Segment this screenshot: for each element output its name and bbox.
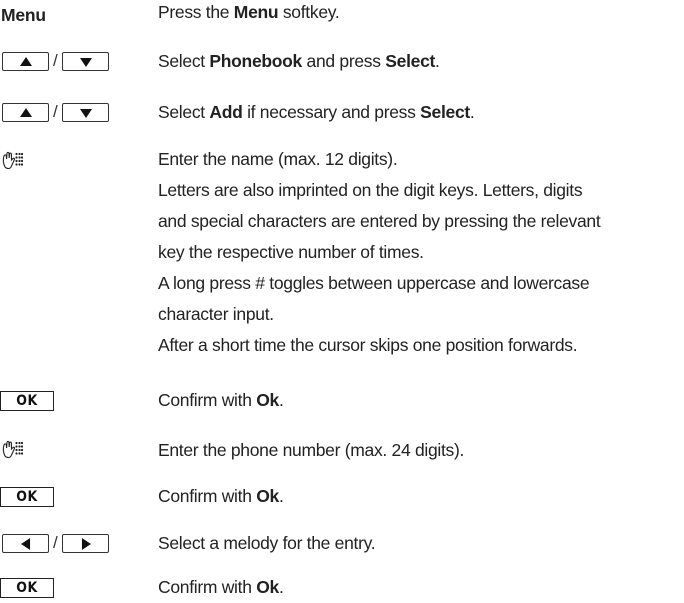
menu-term: Menu [233,2,279,22]
arrow-down-key-icon [79,108,92,118]
step-description: Select Add if necessary and press Select… [158,102,475,122]
ok-key-button: OK [0,391,54,411]
phonebook-term: Phonebook [209,51,302,71]
step-description: Select a melody for the entry. [158,533,376,553]
ok-term: Ok [256,390,279,410]
select-term: Select [420,102,470,122]
down-key-button [62,103,109,122]
ok-key-button: OK [0,578,54,598]
ok-key-button: OK [0,487,54,507]
keypad-input-icon [2,440,23,459]
step-description: Enter the name (max. 12 digits). Letters… [158,149,601,355]
up-key-button [2,103,49,122]
add-term: Add [209,102,243,122]
key-separator: / [53,51,58,70]
step-key: Menu [0,5,150,30]
key-separator: / [53,102,58,121]
ok-term: Ok [256,577,279,597]
step-description: Select Phonebook and press Select. [158,51,440,71]
down-key-button [62,52,109,71]
arrow-left-key-icon [20,537,30,550]
keypad-input-icon [2,151,23,170]
arrow-up-key-icon [19,56,32,66]
step-key [0,151,150,176]
step-description: Enter the phone number (max. 24 digits). [158,440,465,460]
step-key: / [0,51,150,76]
arrow-up-key-icon [19,107,32,117]
step-description: Confirm with Ok. [158,486,284,506]
right-key-button [62,534,109,553]
arrow-right-key-icon [81,537,91,550]
step-key: OK [0,487,150,511]
arrow-down-key-icon [79,57,92,67]
step-key: / [0,533,150,558]
step-description: Confirm with Ok. [158,577,284,597]
step-description: Press the Menu softkey. [158,2,340,22]
ok-term: Ok [256,486,279,506]
step-key [0,440,150,465]
step-description: Confirm with Ok. [158,390,284,410]
instruction-page: Menu Press the Menu softkey. / Select Ph… [0,0,684,601]
step-key: OK [0,391,150,415]
menu-softkey-label: Menu [1,5,46,25]
step-key: OK [0,578,150,602]
up-key-button [2,52,49,71]
key-separator: / [53,533,58,552]
left-key-button [2,534,49,553]
select-term: Select [385,51,436,71]
step-key: / [0,102,150,127]
